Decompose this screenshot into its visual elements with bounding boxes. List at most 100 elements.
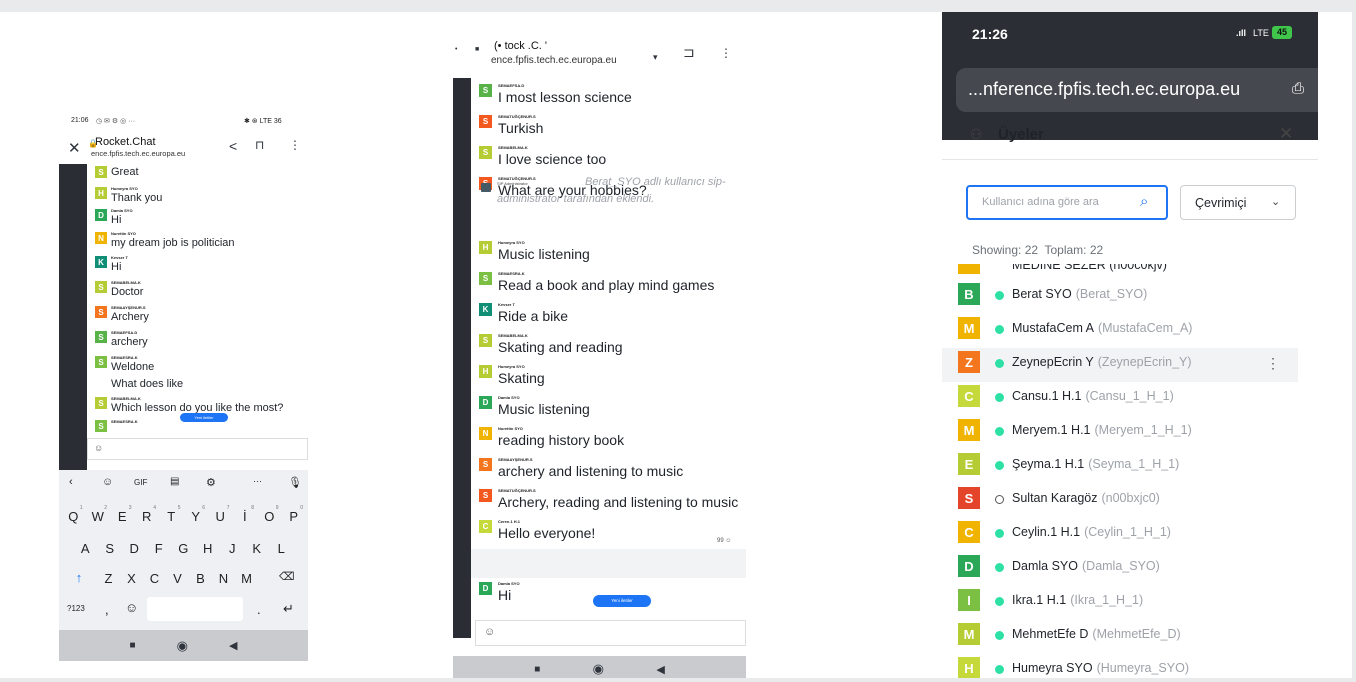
member-row[interactable]: D Damla SYO (Damla_SYO): [942, 551, 1318, 585]
comma-key[interactable]: ,: [105, 602, 109, 617]
avatar: C: [958, 521, 980, 543]
bookmark-icon[interactable]: ⊓: [255, 138, 264, 152]
key-k[interactable]: K: [245, 536, 270, 560]
shift-key[interactable]: ↑: [69, 570, 89, 585]
recents-icon[interactable]: ■: [534, 664, 540, 675]
key-n[interactable]: N: [212, 566, 235, 590]
key-o[interactable]: O9: [257, 504, 282, 528]
member-row[interactable]: I Ikra.1 H.1 (Ikra_1_H_1): [942, 585, 1318, 619]
member-name: MustafaCem A: [1012, 321, 1094, 335]
member-row[interactable]: Z ZeynepEcrin Y (ZeynepEcrin_Y): [942, 347, 1318, 381]
reaction-icon[interactable]: 99 ☺: [717, 538, 731, 544]
new-messages-pill[interactable]: Yeni iletiler: [593, 595, 651, 607]
online-status-icon: [995, 427, 1004, 436]
key-hint: 1: [79, 505, 83, 511]
key-a[interactable]: A: [73, 536, 98, 560]
key-b[interactable]: B: [189, 566, 212, 590]
home-icon[interactable]: ◉: [593, 661, 604, 677]
more-icon[interactable]: ⋮: [289, 138, 301, 152]
member-name: Cansu.1 H.1: [1012, 389, 1082, 403]
key-v[interactable]: V: [166, 566, 189, 590]
member-username: (n00bxjc0): [1101, 491, 1160, 505]
url-bar[interactable]: ...nference.fpfis.tech.ec.europa.eu ⎙: [956, 68, 1318, 112]
enter-key[interactable]: ↵: [283, 601, 294, 617]
share-icon[interactable]: ⎙: [1292, 80, 1304, 97]
member-row[interactable]: S Sultan Karagöz (n00bxjc0): [942, 483, 1318, 517]
member-name: Damla SYO: [1012, 559, 1078, 573]
key-u[interactable]: U7: [208, 504, 233, 528]
key-r[interactable]: R4: [135, 504, 160, 528]
key-w[interactable]: W2: [86, 504, 111, 528]
close-icon[interactable]: ✕: [68, 139, 81, 157]
phone-2-screenshot: • ■ (• tock .C. ' ence.fpfis.tech.ec.eur…: [453, 30, 746, 682]
recents-icon[interactable]: ■: [130, 640, 136, 651]
key-c[interactable]: C: [143, 566, 166, 590]
backspace-key[interactable]: ⌫: [279, 570, 295, 583]
key-i̇[interactable]: İ8: [233, 504, 258, 528]
avatar: S: [95, 397, 107, 409]
more-button[interactable]: ···: [253, 476, 262, 486]
system-avatar: [481, 183, 491, 192]
signal-icon: .ıll: [1236, 28, 1247, 38]
message-author: SEMABELMA.K: [111, 396, 141, 401]
key-z[interactable]: Z: [97, 566, 120, 590]
member-row[interactable]: M MehmetEfe D (MehmetEfe_D): [942, 619, 1318, 653]
gif-button[interactable]: GIF: [134, 478, 147, 487]
space-key[interactable]: [147, 597, 243, 621]
avatar: M: [958, 317, 980, 339]
message-author: Damla SYO: [111, 208, 133, 213]
mic-icon[interactable]: 🎙: [288, 476, 302, 489]
sticker-icon[interactable]: ☺: [102, 476, 113, 488]
home-icon[interactable]: ◉: [177, 638, 188, 654]
status-filter-select[interactable]: Çevrimiçi ⌄: [1180, 185, 1296, 220]
menu-dot-icon: •: [455, 46, 458, 53]
member-row[interactable]: B Berat SYO (Berat_SYO): [942, 279, 1318, 313]
battery-level: 45: [1272, 26, 1292, 39]
close-icon[interactable]: ✕: [1279, 124, 1293, 144]
key-y[interactable]: Y6: [184, 504, 209, 528]
member-row[interactable]: C Cansu.1 H.1 (Cansu_1_H_1): [942, 381, 1318, 415]
key-l[interactable]: L: [269, 536, 294, 560]
key-x[interactable]: X: [120, 566, 143, 590]
download-icon[interactable]: ▾: [653, 52, 658, 63]
new-messages-pill[interactable]: Yeni iletiler: [180, 413, 228, 422]
member-row[interactable]: E Şeyma.1 H.1 (Seyma_1_H_1): [942, 449, 1318, 483]
message-composer[interactable]: ☺: [475, 620, 746, 646]
symbols-key[interactable]: ?123: [67, 604, 85, 613]
message-text: What does like: [111, 378, 184, 390]
key-label: İ: [242, 508, 247, 524]
key-j[interactable]: J: [220, 536, 245, 560]
chevron-left-icon[interactable]: ‹: [69, 476, 73, 488]
message-composer[interactable]: ☺: [87, 438, 308, 460]
member-name: Sultan Karagöz: [1012, 491, 1098, 505]
search-input[interactable]: Kullanıcı adına göre ara ⌕: [966, 185, 1168, 220]
bookmark-icon[interactable]: ⊐: [683, 44, 695, 61]
key-q[interactable]: Q1: [61, 504, 86, 528]
key-m[interactable]: M: [235, 566, 258, 590]
avatar: M: [958, 623, 980, 645]
member-row[interactable]: C Ceylin.1 H.1 (Ceylin_1_H_1): [942, 517, 1318, 551]
key-p[interactable]: P0: [282, 504, 307, 528]
period-key[interactable]: .: [257, 602, 261, 617]
emoji-icon[interactable]: ☺: [94, 443, 103, 453]
key-g[interactable]: G: [171, 536, 196, 560]
share-icon[interactable]: <: [229, 138, 237, 154]
key-d[interactable]: D: [122, 536, 147, 560]
more-icon[interactable]: ⋮: [720, 46, 732, 60]
message-text: Skating: [498, 370, 545, 386]
member-row[interactable]: M MustafaCem A (MustafaCem_A): [942, 313, 1318, 347]
key-e[interactable]: E3: [110, 504, 135, 528]
emoji-key[interactable]: ☺: [125, 600, 138, 615]
settings-icon[interactable]: ⚙: [206, 476, 216, 489]
back-icon[interactable]: ◀: [656, 663, 664, 676]
key-f[interactable]: F: [147, 536, 172, 560]
key-t[interactable]: T5: [159, 504, 184, 528]
emoji-icon[interactable]: ☺: [484, 626, 495, 638]
clipboard-icon[interactable]: ▤: [170, 476, 179, 487]
key-h[interactable]: H: [196, 536, 221, 560]
message-text: Hi: [111, 214, 122, 226]
member-row[interactable]: M Meryem.1 H.1 (Meryem_1_H_1): [942, 415, 1318, 449]
back-icon[interactable]: ◀: [229, 639, 237, 652]
member-username: (Humeyra_SYO): [1096, 661, 1189, 675]
key-s[interactable]: S: [98, 536, 123, 560]
